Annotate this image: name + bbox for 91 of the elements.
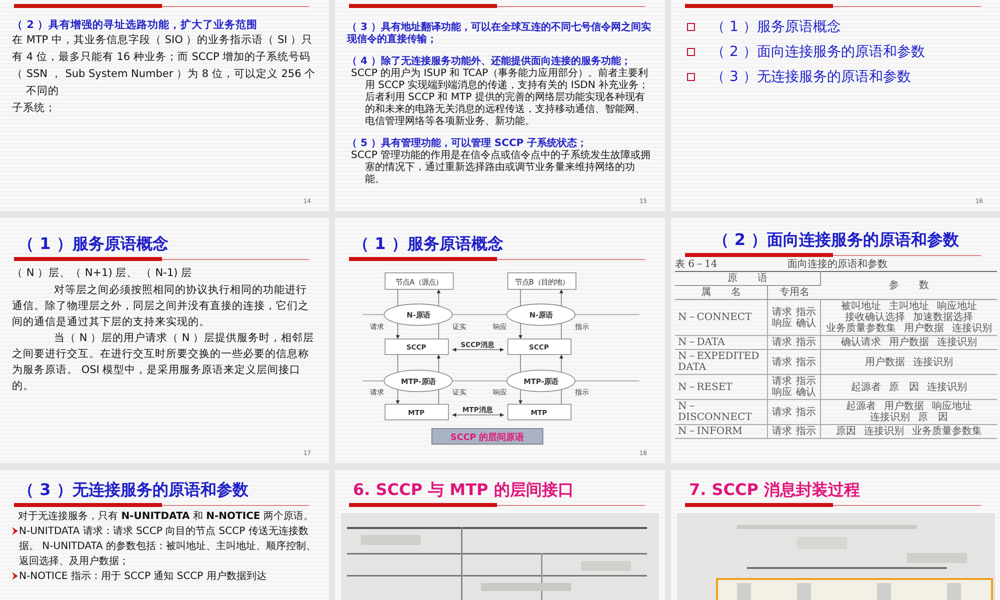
table-cell: 原 因	[918, 412, 948, 423]
table-cell: 响应	[772, 387, 792, 398]
table-cell: 连接识别	[927, 382, 967, 392]
table-cell: 请求	[772, 426, 792, 437]
slide-thumbnail[interactable]: 6. SCCP 与 MTP 的层间接口	[335, 470, 665, 600]
table-cell-text: N－DISCONNECT	[678, 401, 753, 423]
table-cell-text: N－INFORM	[678, 426, 744, 437]
table-cell: 指示	[796, 376, 816, 387]
bullet-text: （ 1 ）服务原语概念	[711, 18, 841, 36]
table-cell: 指示	[796, 356, 816, 368]
table-cell: 主叫地址	[889, 301, 929, 312]
caption-box: SCCP 的层间原语	[431, 428, 544, 445]
table-cell: 业务质量参数集	[912, 426, 982, 437]
bullet-text: （ 3 ）无连接服务的原语和参数	[711, 68, 911, 86]
body-text: 有 4 位，最多只能有 16 种业务；而 SCCP 增加的子系统号码	[12, 50, 312, 65]
table-cell: 用户数据	[884, 401, 924, 412]
table-cell: 起源者	[846, 401, 876, 412]
table-header: 原 语	[675, 272, 820, 286]
table-cell: 加速数据选择	[913, 312, 973, 323]
table-cell: 起源者	[851, 382, 881, 392]
table-cell: 连接识别	[870, 412, 910, 423]
table-cell: 连接识别	[952, 323, 992, 334]
square-bullet-icon	[687, 73, 695, 81]
table-cell: 指示	[796, 426, 816, 437]
table-label: 表 6－14	[675, 258, 718, 271]
slide-thumbnail[interactable]: （ 3 ）无连接服务的原语和参数 对于无连接服务，只有 N-UNITDATA 和 N-NOTICE 两个原语。 N-UNITDATA 请求：请求 SCCP 向目的节点 SCCP 传送无连接数据。 N-UNITDATA 的参数包括：被叫地址、主叫地址、顺序控制、返回选择、及用户数据； N-NOTICE 指示：用于 SCCP 通知 SCCP 用户数据到达	[0, 470, 329, 600]
table-cell: 响应地址	[932, 401, 972, 412]
slide-title: 6. SCCP 与 MTP 的层间接口	[353, 480, 574, 501]
slide-thumbnail[interactable]	[335, 0, 665, 211]
slide-title: （ 3 ）无连接服务的原语和参数	[18, 480, 248, 501]
table-cell-text: N－DATA	[678, 337, 726, 348]
table-cell: 响应地址	[937, 301, 977, 312]
table-cell: 指示	[796, 337, 816, 348]
slide-title: （ 1 ）服务原语概念	[18, 234, 168, 255]
slide-thumbnail[interactable]: 7. SCCP 消息封装过程	[671, 470, 1000, 600]
body-text: SCCP 的用户为 ISUP 和 TCAP（事务能力应用部分）。前者主要利用 SCCP 实现端到端消息的传递，支持有关的 ISDN 补充业务；后者利用 SCCP 和 MTP 提供的完善的网络层功能实现各种现有的和未来的电路无关消息的远程传送，支持移动通信、智能网、电信管理网络等各项新业务、新功能。	[351, 68, 650, 128]
square-bullet-icon	[687, 48, 695, 56]
bullet-text: N-NOTICE 指示：用于 SCCP 通知 SCCP 用户数据到达	[19, 570, 266, 584]
table-caption: 面向连接的原语和参数	[787, 258, 888, 271]
table-cell: 请求	[772, 306, 792, 318]
body-text: 子系统；	[12, 101, 57, 116]
table-cell: 响应	[772, 318, 792, 328]
table-cell: 用户数据	[904, 323, 944, 334]
body-text: （ SSN ， Sub System Number ）为 8 位，可以定义 256 个不同的	[12, 67, 317, 99]
table-cell: 用户数据	[865, 356, 905, 368]
table-cell-text: N－CONNECT	[678, 312, 753, 323]
arrow-bullet-icon	[12, 572, 18, 580]
paragraph: 对于无连接服务，只有 N-UNITDATA 和 N-NOTICE 两个原语。	[17, 510, 314, 524]
table-cell: 请求	[772, 356, 792, 368]
table-cell: 业务质量参数集	[826, 323, 896, 334]
table-header: 专用名	[768, 286, 820, 300]
arrow-bullet-icon	[12, 527, 18, 535]
table-cell-text: N－EXPEDITED	[678, 351, 760, 362]
heading-text: （ 4 ）除了无连接服务功能外、还能提供面向连接的服务功能；	[347, 56, 632, 68]
slide-title: （ 2 ）面向连接服务的原语和参数	[712, 230, 960, 251]
bullet-text: N-UNITDATA 请求：请求 SCCP 向目的节点 SCCP 传送无连接数据。 N-UNITDATA 的参数包括：被叫地址、主叫地址、顺序控制、返回选择、及用户数据；	[19, 524, 317, 569]
double-arrow	[452, 413, 504, 417]
bullet-text: （ 2 ）面向连接服务的原语和参数	[711, 43, 925, 61]
body-text: 在 MTP 中，其业务信息字段（ SIO ）的业务指示语（ SI ）只	[12, 33, 314, 48]
table-cell: 确认	[796, 318, 816, 328]
table-cell: 连接识别	[864, 426, 904, 437]
paragraph: 当（ N ）层的用户请求（ N ）层提供服务时，相邻层之间要进行交互。在进行交互时所要交换的一些必要的信息称为服务原语。 OSI 模型中，是采用服务原语来定义层间接口的。	[12, 331, 316, 394]
table-cell: 原因	[836, 426, 856, 437]
table-cell-text: DATA	[678, 362, 708, 373]
table-cell: 请求	[772, 406, 792, 418]
body-text: （ N ）层、（ N+1) 层、 （ N-1) 层	[12, 266, 194, 281]
square-bullet-icon	[687, 23, 695, 31]
slide-title: 7. SCCP 消息封装过程	[689, 480, 860, 501]
table-cell: 接收确认选择	[845, 312, 905, 323]
body-text: SCCP 管理功能的作用是在信令点或信令点中的子系统发生故障或拥塞的情况下，通过重新选择路由或调节业务量来维持网络的功能。	[351, 150, 652, 186]
table-cell: 确认请求	[841, 337, 881, 348]
table-cell: 连接识别	[937, 337, 977, 348]
table-cell: 指示	[796, 406, 816, 418]
table-cell: 被叫地址	[841, 301, 881, 312]
table-cell: 指示	[796, 306, 816, 318]
paragraph: 对等层之间必须按照相同的协议执行相同的功能进行通信。除了物理层之外，同层之间并没有直接的连接，它们之间的通信是通过其下层的支持来实现的。	[12, 283, 310, 330]
table-cell: 原 因	[889, 382, 919, 392]
table-cell: 请求	[772, 337, 792, 348]
table-header: 参 数	[820, 272, 997, 300]
heading-text: （ 3 ）具有地址翻译功能，可以在全球互连的不同七号信令网之间实现信令的直接传输；	[347, 22, 652, 46]
table-cell-text: N－RESET	[678, 382, 734, 392]
double-arrow	[452, 348, 504, 352]
table-header: 属 名	[675, 286, 768, 300]
table-cell: 连接识别	[913, 356, 953, 368]
table-cell: 用户数据	[889, 337, 929, 348]
heading-text: （ 5 ）具有管理功能，可以管理 SCCP 子系统状态；	[347, 138, 588, 150]
table-cell: 确认	[796, 387, 816, 398]
heading-text: （ 2 ）具有增强的寻址选路功能，扩大了业务范围	[12, 18, 259, 32]
table-cell: 请求	[772, 376, 792, 387]
slide-thumbnail[interactable]	[671, 218, 1000, 463]
slide-title: （ 1 ）服务原语概念	[353, 234, 504, 255]
